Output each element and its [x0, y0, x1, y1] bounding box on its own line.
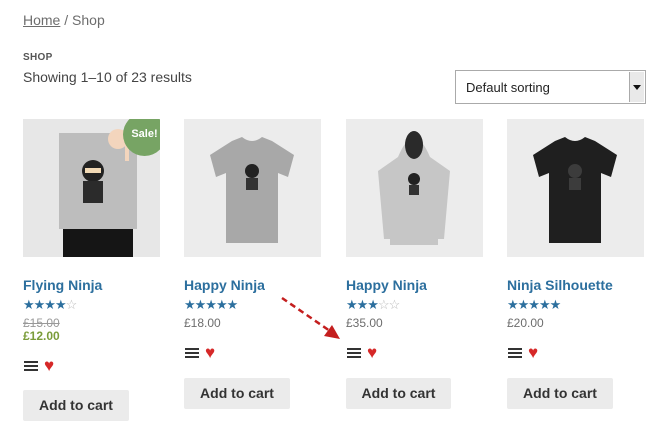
add-to-cart-button[interactable]: Add to cart — [23, 390, 129, 421]
tshirt-image — [184, 119, 321, 257]
product-price: £20.00 — [507, 316, 544, 330]
heart-icon[interactable]: ♥ — [205, 344, 215, 361]
breadcrumb-current: Shop — [72, 12, 105, 28]
rating-stars: ★★★☆☆ — [346, 297, 400, 312]
product-image-hoodie[interactable] — [346, 119, 483, 257]
product-image-poster[interactable]: Sale! — [23, 119, 160, 257]
product-price: £18.00 — [184, 316, 221, 330]
product-card: Sale! Flying Ninja ★★★★☆ £15.00 £12.00 ♥… — [23, 119, 160, 421]
hoodie-image — [346, 119, 483, 257]
product-title[interactable]: Ninja Silhouette — [507, 277, 613, 293]
product-image-tshirt[interactable] — [184, 119, 321, 257]
sorting-selected-value: Default sorting — [466, 80, 550, 95]
add-to-cart-button[interactable]: Add to cart — [184, 378, 290, 409]
heart-icon[interactable]: ♥ — [528, 344, 538, 361]
rating-stars: ★★★★★ — [184, 297, 238, 312]
rating-stars: ★★★★☆ — [23, 297, 77, 312]
product-title[interactable]: Flying Ninja — [23, 277, 102, 293]
result-count: Showing 1–10 of 23 results — [23, 69, 192, 85]
menu-icon[interactable] — [508, 348, 522, 358]
add-to-cart-button[interactable]: Add to cart — [507, 378, 613, 409]
chevron-down-icon[interactable] — [629, 72, 644, 102]
product-image-tshirt-black[interactable] — [507, 119, 644, 257]
menu-icon[interactable] — [185, 348, 199, 358]
product-title[interactable]: Happy Ninja — [346, 277, 427, 293]
product-card: Happy Ninja ★★★★★ £18.00 ♥ Add to cart — [184, 119, 321, 409]
product-price: £35.00 — [346, 316, 383, 330]
menu-icon[interactable] — [347, 348, 361, 358]
sale-price: £12.00 — [23, 329, 60, 343]
add-to-cart-button[interactable]: Add to cart — [346, 378, 451, 409]
menu-icon[interactable] — [24, 361, 38, 371]
old-price: £15.00 — [23, 316, 60, 330]
heart-icon[interactable]: ♥ — [367, 344, 377, 361]
heart-icon[interactable]: ♥ — [44, 357, 54, 374]
breadcrumb: Home / Shop — [23, 12, 105, 28]
sorting-select[interactable]: Default sorting — [455, 70, 646, 104]
product-card: Happy Ninja ★★★☆☆ £35.00 ♥ Add to cart — [346, 119, 483, 409]
page-title: SHOP — [23, 52, 53, 63]
breadcrumb-separator: / — [60, 12, 73, 28]
rating-stars: ★★★★★ — [507, 297, 561, 312]
black-tshirt-image — [507, 119, 644, 257]
product-card: Ninja Silhouette ★★★★★ £20.00 ♥ Add to c… — [507, 119, 644, 409]
product-title[interactable]: Happy Ninja — [184, 277, 265, 293]
breadcrumb-home-link[interactable]: Home — [23, 12, 60, 28]
